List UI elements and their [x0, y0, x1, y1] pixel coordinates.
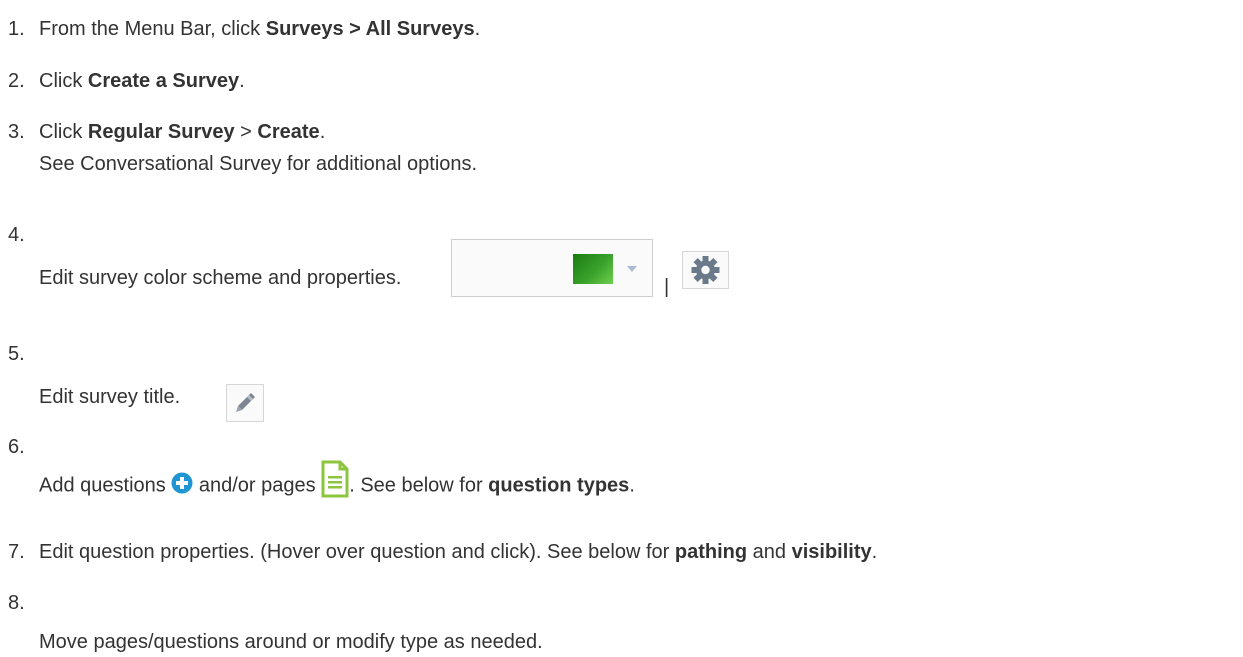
note-text: for additional options.: [281, 153, 478, 175]
page-icon[interactable]: [321, 460, 349, 498]
menu-path: Surveys > All Surveys: [265, 18, 475, 40]
color-swatch-icon: [573, 254, 613, 284]
step-number: 3.: [8, 121, 25, 143]
punctuation: .: [239, 70, 245, 92]
step-2: 2. Click Create a Survey.: [8, 70, 245, 93]
visibility-label: visibility: [791, 541, 872, 563]
plus-circle-icon[interactable]: [171, 472, 193, 494]
step-number: 4.: [8, 224, 25, 246]
step-number: 2.: [8, 70, 25, 92]
gear-icon: [691, 256, 720, 284]
step-number: 5.: [8, 343, 25, 365]
pencil-icon: [236, 393, 255, 412]
step-3: 3. Click Regular Survey > Create.: [8, 121, 325, 144]
question-types-label: question types: [488, 474, 630, 497]
step-text: and/or pages: [193, 474, 322, 497]
step-4-text: Edit survey color scheme and properties.: [39, 267, 402, 289]
step-number: 6.: [8, 436, 25, 458]
step-3-note: See Conversational Survey for additional…: [39, 153, 477, 176]
step-7: 7. Edit question properties. (Hover over …: [8, 541, 877, 564]
step-6-text: Add questions and/or pages . See below f…: [39, 460, 635, 498]
step-8-number-line: 8.: [8, 592, 39, 615]
chevron-down-icon: [627, 266, 637, 272]
step-number: 8.: [8, 592, 25, 614]
punctuation: .: [871, 541, 878, 563]
note-text: See: [39, 153, 81, 175]
punctuation: .: [319, 121, 326, 143]
punctuation: .: [474, 18, 481, 40]
step-5-number-line: 5.: [8, 343, 39, 366]
conversational-survey-link[interactable]: Conversational Survey: [80, 153, 281, 175]
separator-text: >: [234, 121, 258, 143]
step-text: Edit question properties. (Hover over qu…: [39, 541, 675, 563]
step-number: 1.: [8, 18, 25, 40]
step-text: . See below for: [349, 474, 489, 497]
step-number: 7.: [8, 541, 25, 563]
step-text: and: [747, 541, 792, 563]
step-text: From the Menu Bar, click: [39, 18, 266, 40]
edit-title-button[interactable]: [226, 384, 264, 422]
create-survey-label: Create a Survey: [87, 70, 240, 92]
step-5-text: Edit survey title.: [39, 386, 181, 408]
step-text: Click: [39, 121, 88, 143]
step-4-number-line: 4.: [8, 224, 39, 247]
color-scheme-button[interactable]: [451, 239, 653, 297]
step-1: 1. From the Menu Bar, click Surveys > All…: [8, 18, 480, 41]
regular-survey-label: Regular Survey: [87, 121, 235, 143]
step-8-text: Move pages/questions around or modify ty…: [39, 631, 543, 653]
properties-button[interactable]: [682, 251, 729, 289]
step-text: Add questions: [39, 474, 172, 497]
pathing-label: pathing: [674, 541, 748, 563]
step-6-number-line: 6.: [8, 436, 39, 459]
create-label: Create: [257, 121, 320, 143]
step-text: Click: [39, 70, 88, 92]
icon-separator: |: [664, 276, 670, 298]
punctuation: .: [629, 474, 635, 497]
